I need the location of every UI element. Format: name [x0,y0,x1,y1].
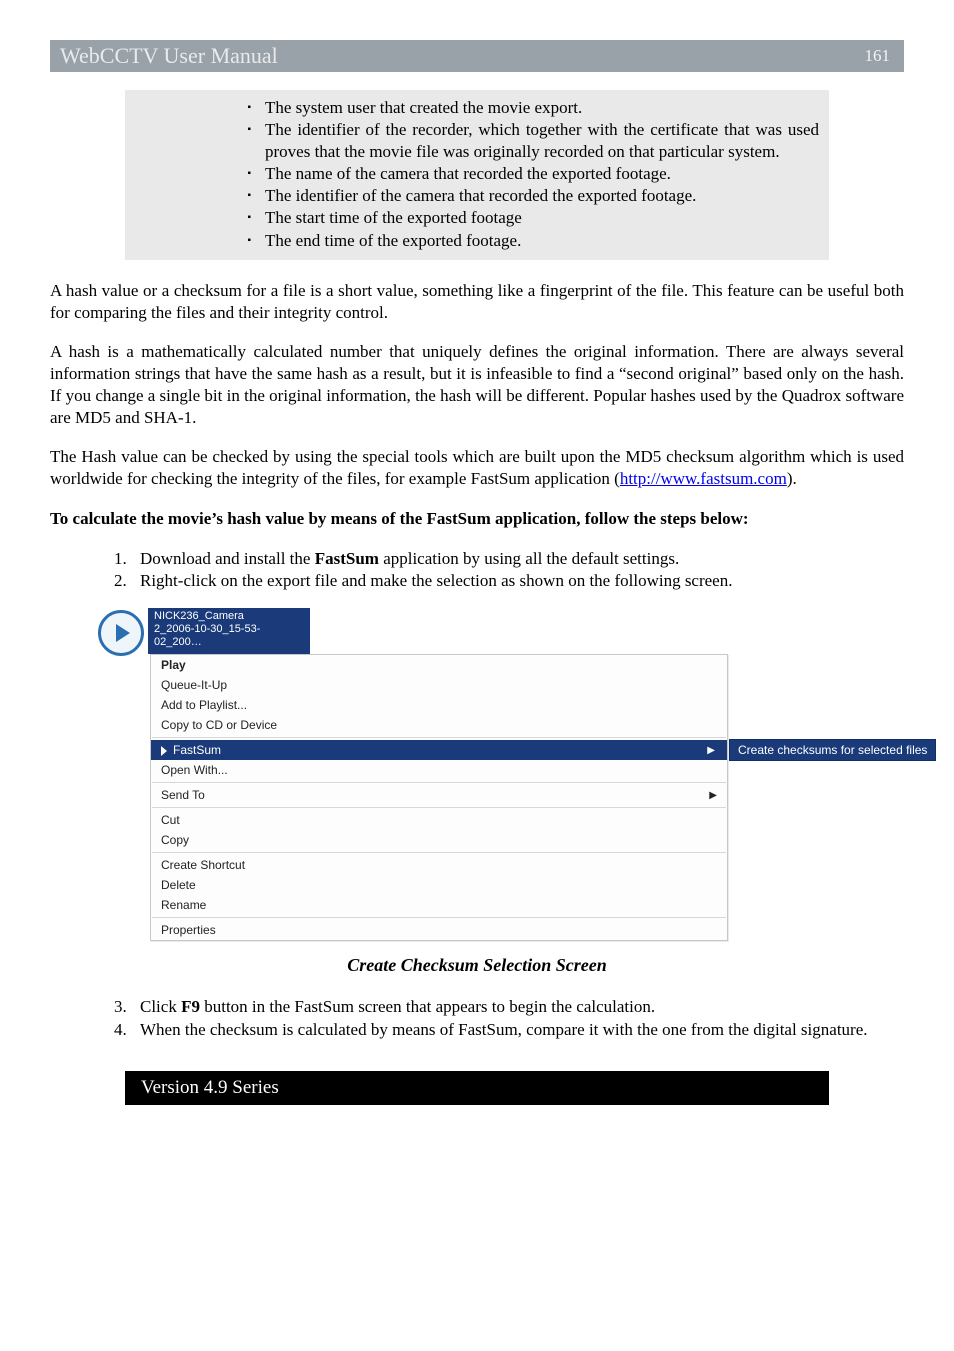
list-item: 3. Click F9 button in the FastSum screen… [114,996,904,1018]
text-bold: FastSum [315,549,379,568]
footer-text: Version 4.9 Series [141,1077,279,1098]
ctx-label: FastSum [161,743,221,757]
page-number: 161 [865,46,895,66]
para-text: ). [787,469,797,488]
ctx-label: Open With... [161,763,228,777]
text-bold: F9 [181,997,200,1016]
list-item: 2. Right-click on the export file and ma… [114,570,904,592]
file-label[interactable]: NICK236_Camera 2_2006-10-30_15-53-02_200… [148,608,310,654]
paragraph-bold: To calculate the movie’s hash value by m… [50,508,904,530]
bullet-text: The identifier of the recorder, which to… [265,119,819,162]
file-name-line2: 2_2006-10-30_15-53-02_200… [154,623,304,649]
fastsum-icon [161,746,167,756]
ctx-label: Queue-It-Up [161,678,227,692]
ctx-play[interactable]: Play [151,655,727,675]
ctx-label: Properties [161,923,216,937]
ordered-list: 3. Click F9 button in the FastSum screen… [50,996,904,1041]
list-item: 4. When the checksum is calculated by me… [114,1019,904,1041]
ctx-label: Copy to CD or Device [161,718,277,732]
bullet-section: ▪ The system user that created the movie… [125,90,829,260]
text-span: button in the FastSum screen that appear… [200,997,655,1016]
bullet-text: The system user that created the movie e… [265,97,819,118]
bullet-marker-icon: ▪ [135,97,265,118]
paragraph: The Hash value can be checked by using t… [50,446,904,490]
ctx-label: Rename [161,898,206,912]
bullet-item: ▪ The name of the camera that recorded t… [135,163,819,184]
ctx-label: Copy [161,833,189,847]
text-span: Click [140,997,181,1016]
ctx-send-to[interactable]: Send To ▶ [151,785,727,805]
play-triangle-icon [116,624,130,642]
ctx-label: Send To [161,788,205,802]
ctx-delete[interactable]: Delete [151,875,727,895]
ctx-fastsum[interactable]: FastSum ▶ [151,740,727,760]
ctx-open-with[interactable]: Open With... [151,760,727,780]
paragraph: A hash is a mathematically calculated nu… [50,341,904,428]
text-span: Download and install the [140,549,315,568]
ctx-label: Create Shortcut [161,858,245,872]
bullet-text: The start time of the exported footage [265,207,819,228]
header-bar: WebCCTV User Manual 161 [50,40,904,72]
ctx-separator [152,852,726,853]
ctx-queue[interactable]: Queue-It-Up [151,675,727,695]
paragraph: A hash value or a checksum for a file is… [50,280,904,324]
ctx-add-playlist[interactable]: Add to Playlist... [151,695,727,715]
ctx-rename[interactable]: Rename [151,895,727,915]
submenu-arrow-icon: ▶ [709,790,717,801]
bullet-item: ▪ The end time of the exported footage. [135,230,819,251]
list-number: 2. [114,570,140,592]
file-thumb-row: NICK236_Camera 2_2006-10-30_15-53-02_200… [98,610,904,656]
file-name-line1: NICK236_Camera [154,610,304,623]
list-text: Download and install the FastSum applica… [140,548,904,570]
bullet-item: ▪ The system user that created the movie… [135,97,819,118]
bullet-item: ▪ The identifier of the recorder, which … [135,119,819,162]
file-thumbnail[interactable] [98,610,146,656]
page-container: WebCCTV User Manual 161 ▪ The system use… [0,0,954,1135]
figure-caption: Create Checksum Selection Screen [50,955,904,976]
ctx-label: Add to Playlist... [161,698,247,712]
ctx-copy[interactable]: Copy [151,830,727,850]
bullet-marker-icon: ▪ [135,185,265,206]
list-number: 4. [114,1019,140,1041]
ctx-separator [152,807,726,808]
bullet-item: ▪ The identifier of the camera that reco… [135,185,819,206]
text-span: application by using all the default set… [379,549,679,568]
list-text: When the checksum is calculated by means… [140,1019,904,1041]
ctx-label: Cut [161,813,180,827]
bullet-item: ▪ The start time of the exported footage [135,207,819,228]
list-item: 1. Download and install the FastSum appl… [114,548,904,570]
ctx-label: Delete [161,878,196,892]
ctx-copy-cd[interactable]: Copy to CD or Device [151,715,727,735]
ctx-separator [152,917,726,918]
doc-title: WebCCTV User Manual [60,43,278,69]
screenshot-context-menu: NICK236_Camera 2_2006-10-30_15-53-02_200… [98,610,904,941]
bullet-text: The identifier of the camera that record… [265,185,819,206]
list-text: Right-click on the export file and make … [140,570,904,592]
ctx-create-shortcut[interactable]: Create Shortcut [151,855,727,875]
bullet-marker-icon: ▪ [135,163,265,184]
fastsum-link[interactable]: http://www.fastsum.com [620,469,787,488]
bullet-marker-icon: ▪ [135,230,265,251]
list-number: 1. [114,548,140,570]
ctx-label: Play [161,658,186,672]
list-number: 3. [114,996,140,1018]
ctx-separator [152,782,726,783]
list-text: Click F9 button in the FastSum screen th… [140,996,904,1018]
ctx-text: FastSum [173,743,221,757]
ctx-properties[interactable]: Properties [151,920,727,940]
ordered-list: 1. Download and install the FastSum appl… [50,548,904,593]
bullet-text: The end time of the exported footage. [265,230,819,251]
context-menu: Play Queue-It-Up Add to Playlist... Copy… [150,654,728,941]
footer-bar: Version 4.9 Series [125,1071,829,1105]
bullet-marker-icon: ▪ [135,119,265,162]
bullet-marker-icon: ▪ [135,207,265,228]
ctx-cut[interactable]: Cut [151,810,727,830]
fastsum-submenu-item[interactable]: Create checksums for selected files [729,739,936,761]
ctx-separator [152,737,726,738]
play-icon [98,610,144,656]
bullet-text: The name of the camera that recorded the… [265,163,819,184]
submenu-arrow-icon: ▶ [705,745,717,756]
